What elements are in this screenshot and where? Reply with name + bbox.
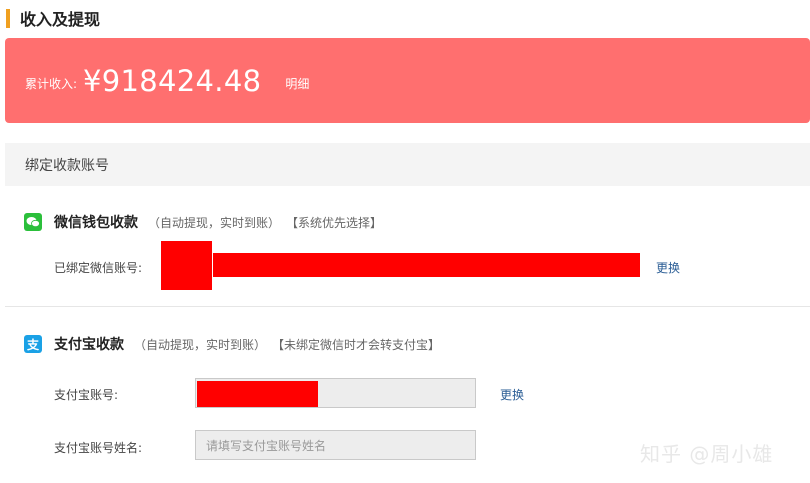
alipay-name-placeholder: 请填写支付宝账号姓名 — [206, 438, 327, 453]
alipay-change-link[interactable]: 更换 — [500, 386, 524, 403]
wechat-change-link[interactable]: 更换 — [656, 259, 680, 276]
alipay-account-label: 支付宝账号: — [54, 388, 119, 402]
wechat-account-redacted — [213, 253, 640, 277]
section-accent-bar — [6, 8, 10, 28]
section-header: 收入及提现 — [0, 6, 100, 30]
section-title: 收入及提现 — [20, 10, 101, 29]
wechat-tag: 【系统优先选择】 — [286, 215, 383, 230]
bind-account-title: 绑定收款账号 — [25, 157, 109, 174]
income-detail-link[interactable]: 明细 — [285, 75, 309, 92]
wechat-account-label: 已绑定微信账号: — [54, 261, 143, 275]
wechat-method-row: 微信钱包收款 （自动提现，实时到账） 【系统优先选择】 — [24, 212, 382, 232]
wechat-note: （自动提现，实时到账） — [148, 215, 281, 230]
wechat-title: 微信钱包收款 — [54, 215, 138, 231]
income-label: 累计收入: — [25, 77, 78, 91]
alipay-title: 支付宝收款 — [54, 337, 124, 353]
alipay-tag: 【未绑定微信时才会转支付宝】 — [272, 337, 441, 352]
alipay-account-redacted — [197, 381, 318, 407]
wechat-icon — [24, 213, 42, 231]
alipay-note: （自动提现，实时到账） — [134, 337, 267, 352]
alipay-method-row: 支 支付宝收款 （自动提现，实时到账） 【未绑定微信时才会转支付宝】 — [24, 334, 440, 354]
income-card: 累计收入: ¥918424.48 明细 — [5, 38, 810, 123]
bind-account-header: 绑定收款账号 — [5, 143, 810, 186]
section-divider — [5, 306, 810, 307]
watermark: 知乎 @周小雄 — [640, 442, 774, 466]
income-amount: ¥918424.48 — [83, 63, 262, 98]
wechat-avatar-redacted — [161, 241, 212, 290]
alipay-name-label: 支付宝账号姓名: — [54, 441, 143, 455]
alipay-icon: 支 — [24, 335, 42, 353]
alipay-name-input[interactable]: 请填写支付宝账号姓名 — [195, 430, 476, 460]
